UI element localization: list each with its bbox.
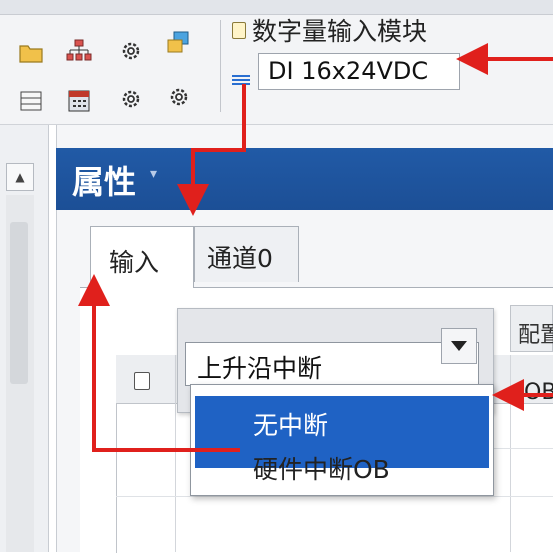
- gear-icon[interactable]: [118, 86, 144, 112]
- dropdown-button[interactable]: [441, 328, 477, 364]
- tab-channel0[interactable]: 通道0: [194, 226, 299, 282]
- chevron-down-icon[interactable]: ▾: [150, 166, 157, 182]
- order-number-field[interactable]: DI 16x24VDC: [258, 53, 460, 90]
- device-icon[interactable]: [66, 88, 92, 114]
- tab-input[interactable]: 输入: [90, 226, 194, 288]
- properties-title: 属性: [72, 163, 137, 201]
- table-column-divider: [175, 355, 176, 552]
- lines-icon: [232, 75, 250, 85]
- table-column-divider: [510, 355, 511, 552]
- table-cell-ob: OB: [524, 380, 553, 405]
- config-header-label: 配置: [518, 323, 553, 348]
- scroll-up-button[interactable]: ▲: [6, 163, 34, 191]
- module-title-text: 数字量输入模块: [252, 17, 428, 46]
- chevron-down-icon: [451, 341, 467, 351]
- gear-icon[interactable]: [166, 84, 192, 110]
- gear-icon[interactable]: [118, 38, 144, 64]
- table-row: [116, 496, 553, 497]
- select-checkbox[interactable]: [134, 372, 150, 390]
- document-icon: [232, 21, 246, 39]
- event-select-value: 上升沿中断: [197, 354, 323, 383]
- option-hardware-interrupt-ob[interactable]: 硬件中断OB: [195, 448, 489, 495]
- scrollbar-thumb[interactable]: [10, 222, 28, 384]
- network-icon[interactable]: [66, 38, 92, 64]
- module-title: 数字量输入模块: [232, 14, 427, 46]
- folder-icon[interactable]: [18, 40, 44, 66]
- list-icon[interactable]: [18, 88, 44, 114]
- toolbar-separator: [220, 20, 221, 112]
- copy-icon[interactable]: [166, 30, 192, 56]
